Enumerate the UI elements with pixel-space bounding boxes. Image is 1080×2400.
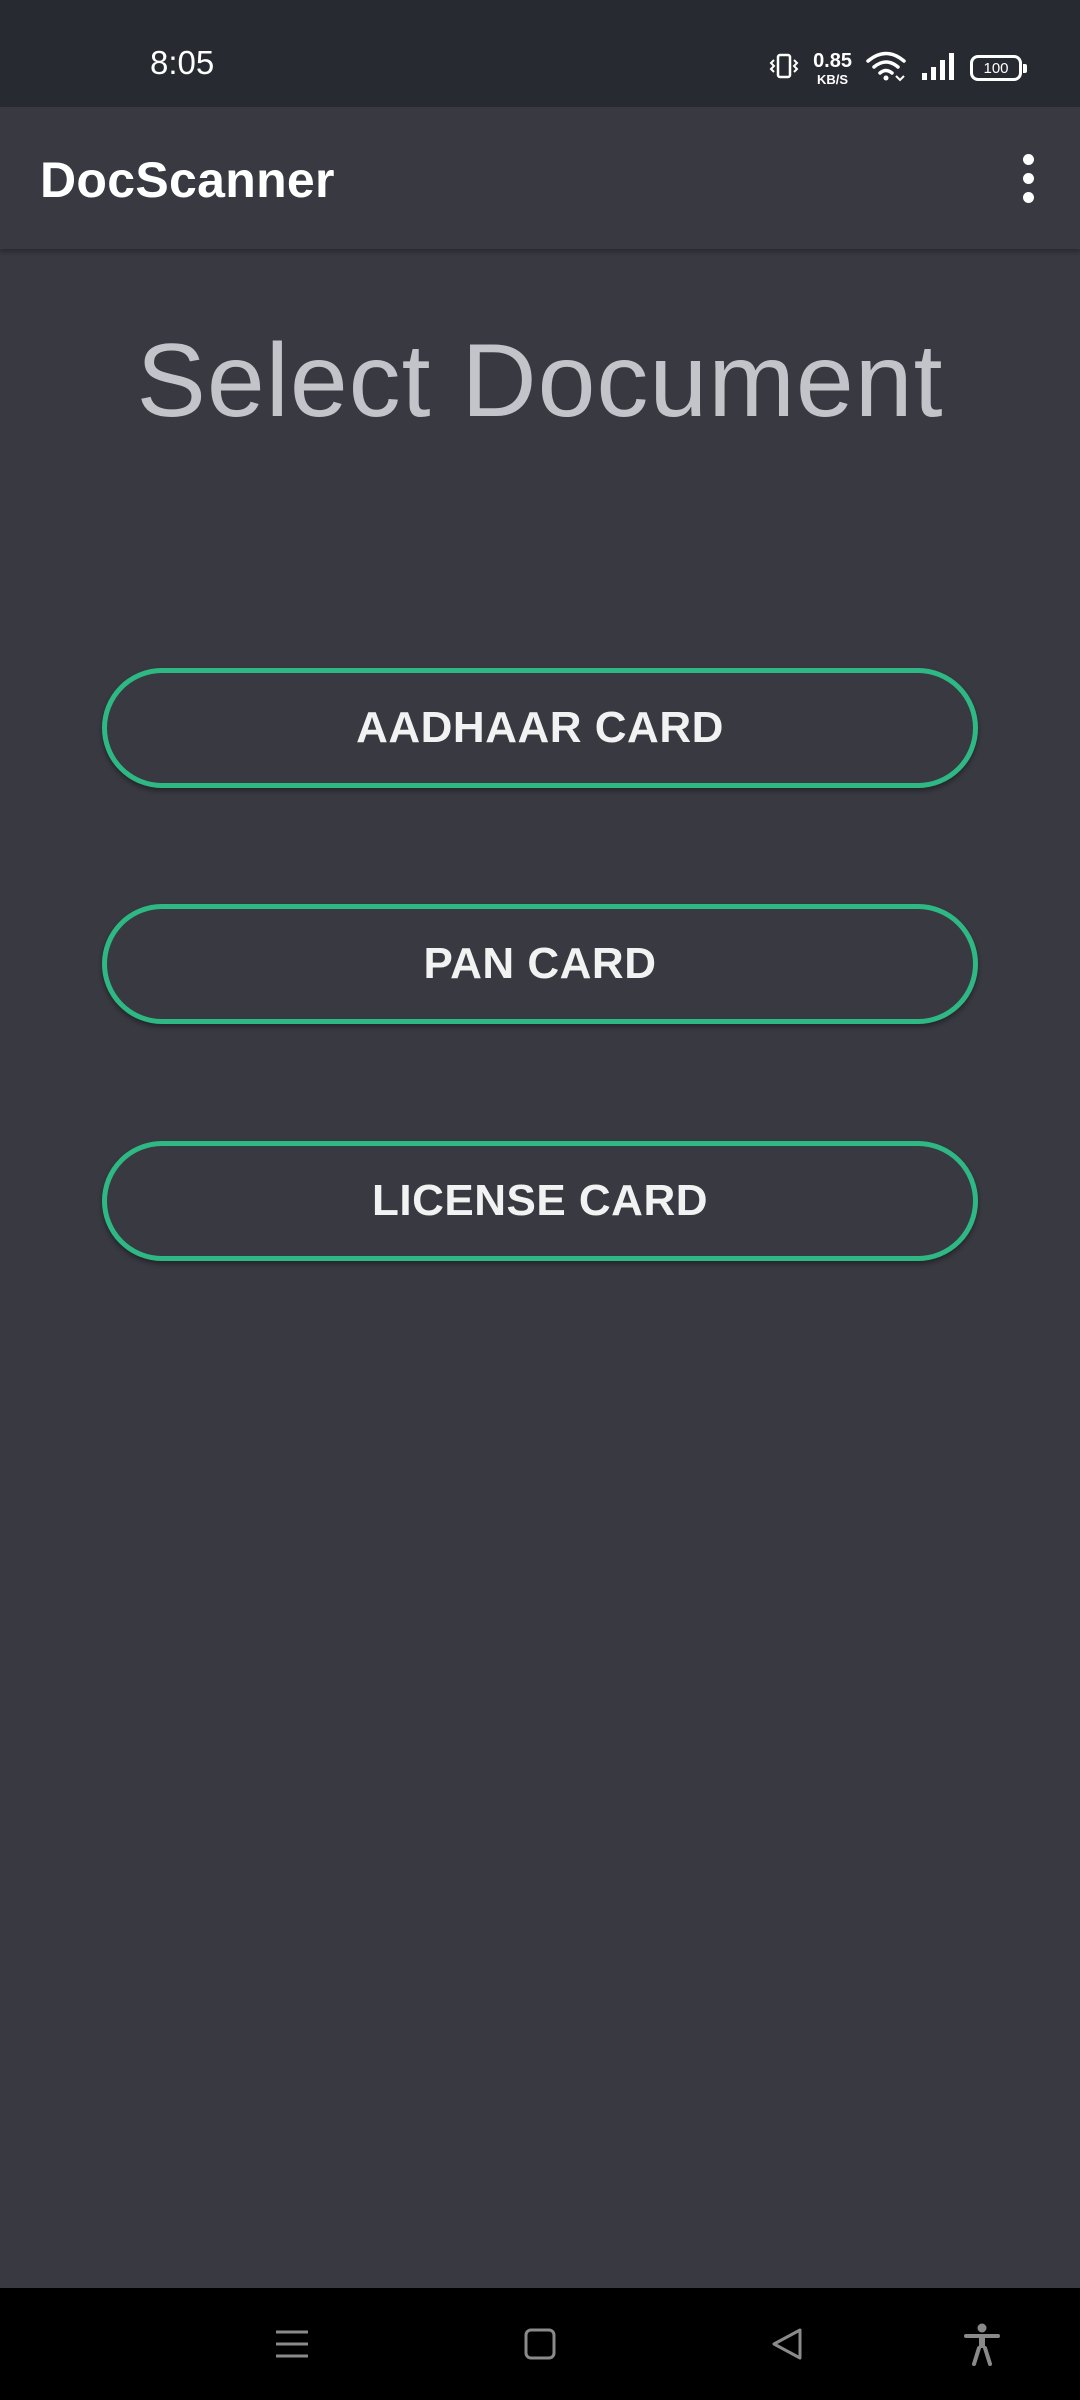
- menu-icon[interactable]: [264, 2316, 320, 2372]
- back-icon[interactable]: [760, 2316, 816, 2372]
- home-icon[interactable]: [512, 2316, 568, 2372]
- app-bar: DocScanner: [0, 107, 1080, 249]
- accessibility-icon[interactable]: [954, 2316, 1010, 2372]
- vibrate-icon: [769, 51, 799, 86]
- more-vert-icon[interactable]: [1008, 145, 1048, 211]
- battery-icon: 100: [970, 55, 1027, 81]
- network-speed: 0.85 KB/S: [813, 51, 852, 86]
- status-time: 8:05: [150, 44, 215, 81]
- page-title: Select Document: [136, 323, 944, 439]
- license-card-button[interactable]: LICENSE CARD: [102, 1141, 978, 1261]
- network-speed-unit: KB/S: [817, 71, 849, 87]
- status-icons: 0.85 KB/S 100: [769, 48, 1027, 88]
- cellular-signal-icon: [920, 51, 956, 86]
- app-title: DocScanner: [40, 152, 335, 208]
- screen: 8:05 0.85 KB/S 100 DocScanner Select Doc…: [0, 0, 1080, 2400]
- network-speed-value: 0.85: [813, 49, 852, 72]
- battery-level: 100: [983, 59, 1009, 77]
- status-bar: 8:05 0.85 KB/S 100: [0, 0, 1080, 107]
- navigation-bar: [0, 2288, 1080, 2400]
- wifi-icon: [866, 50, 906, 87]
- aadhaar-card-button[interactable]: AADHAAR CARD: [102, 668, 978, 788]
- pan-card-button[interactable]: PAN CARD: [102, 904, 978, 1024]
